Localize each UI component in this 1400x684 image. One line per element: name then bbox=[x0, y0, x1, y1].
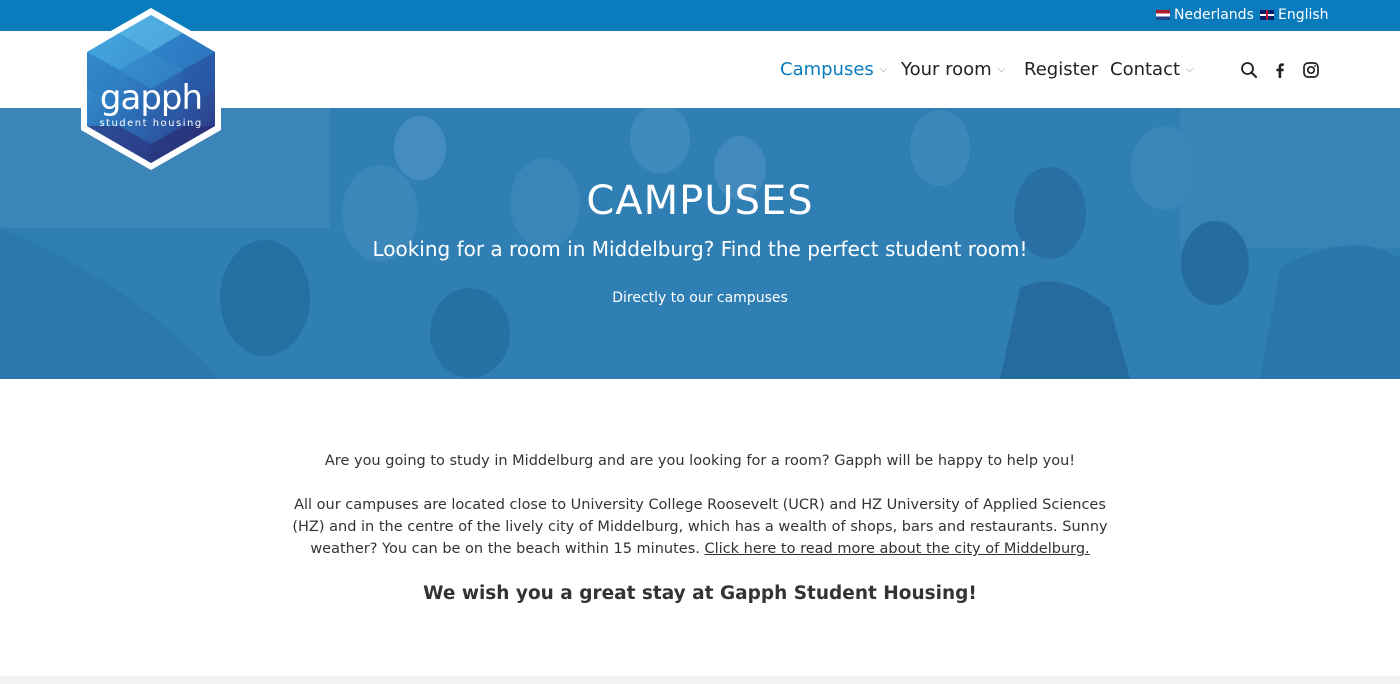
site-logo[interactable]: gapph student housing bbox=[78, 6, 224, 172]
nav-contact[interactable]: Contact ⌵ bbox=[1110, 59, 1194, 80]
footer-strip bbox=[0, 676, 1400, 684]
search-icon[interactable] bbox=[1240, 61, 1258, 79]
nav-register-label: Register bbox=[1024, 59, 1099, 80]
instagram-icon[interactable] bbox=[1302, 61, 1320, 79]
nav-contact-label: Contact bbox=[1110, 59, 1181, 80]
logo-tagline: student housing bbox=[99, 118, 203, 129]
body-paragraph: All our campuses are located close to Un… bbox=[290, 494, 1110, 560]
nav-your-room[interactable]: Your room ⌵ bbox=[901, 59, 1005, 80]
logo-name: gapph bbox=[99, 78, 203, 118]
language-english-label: English bbox=[1278, 7, 1329, 23]
language-english-link[interactable]: English bbox=[1260, 7, 1329, 23]
dutch-flag-icon bbox=[1156, 10, 1170, 20]
intro-paragraph: Are you going to study in Middelburg and… bbox=[324, 453, 1076, 469]
language-dutch-label: Nederlands bbox=[1174, 7, 1254, 23]
page-title: CAMPUSES bbox=[586, 178, 814, 224]
nav-register[interactable]: Register bbox=[1024, 59, 1098, 80]
closing-heading: We wish you a great stay at Gapph Studen… bbox=[423, 583, 977, 604]
chevron-down-icon: ⌵ bbox=[1186, 64, 1194, 75]
nav-campuses-label: Campuses bbox=[780, 59, 874, 80]
campuses-anchor-link[interactable]: Directly to our campuses bbox=[0, 290, 1400, 306]
language-dutch-link[interactable]: Nederlands bbox=[1156, 7, 1254, 23]
nav-your-room-label: Your room bbox=[901, 59, 992, 80]
uk-flag-icon bbox=[1260, 10, 1274, 20]
chevron-down-icon: ⌵ bbox=[879, 64, 888, 75]
facebook-icon[interactable] bbox=[1271, 61, 1289, 79]
nav-campuses[interactable]: Campuses ⌵ bbox=[780, 59, 887, 80]
middelburg-link[interactable]: Click here to read more about the city o… bbox=[704, 541, 1089, 557]
hero-subtitle: Looking for a room in Middelburg? Find t… bbox=[372, 237, 1028, 261]
chevron-down-icon: ⌵ bbox=[997, 64, 1006, 75]
